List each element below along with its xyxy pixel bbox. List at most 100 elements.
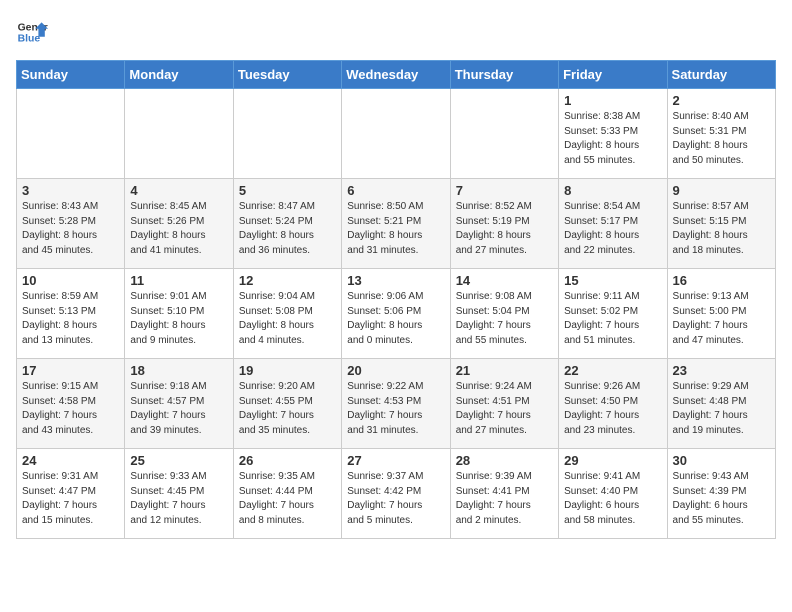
calendar-cell: 27 Sunrise: 9:37 AM Sunset: 4:42 PM Dayli… bbox=[342, 449, 450, 539]
calendar-cell bbox=[450, 89, 558, 179]
day-number: 20 bbox=[347, 363, 444, 378]
calendar-cell: 20Sunrise: 9:22 AM Sunset: 4:53 PM Dayli… bbox=[342, 359, 450, 449]
calendar-cell: 26 Sunrise: 9:35 AM Sunset: 4:44 PM Dayli… bbox=[233, 449, 341, 539]
day-info: Sunrise: 9:15 AM Sunset: 4:58 PM Dayligh… bbox=[22, 380, 119, 438]
day-number: 19 bbox=[239, 363, 336, 378]
calendar-cell: 1 Sunrise: 8:38 AM Sunset: 5:33 PM Daylig… bbox=[559, 89, 667, 179]
weekday-header-wednesday: Wednesday bbox=[342, 61, 450, 89]
calendar-cell: 8 Sunrise: 8:54 AM Sunset: 5:17 PM Daylig… bbox=[559, 179, 667, 269]
calendar-cell: 11 Sunrise: 9:01 AM Sunset: 5:10 PM Dayli… bbox=[125, 269, 233, 359]
calendar-cell: 14 Sunrise: 9:08 AM Sunset: 5:04 PM Dayli… bbox=[450, 269, 558, 359]
day-number: 14 bbox=[456, 273, 553, 288]
weekday-header-sunday: Sunday bbox=[17, 61, 125, 89]
day-info: Sunrise: 9:39 AM Sunset: 4:41 PM Dayligh… bbox=[456, 470, 553, 528]
day-info: Sunrise: 8:43 AM Sunset: 5:28 PM Dayligh… bbox=[22, 200, 119, 258]
calendar-cell: 17 Sunrise: 9:15 AM Sunset: 4:58 PM Dayli… bbox=[17, 359, 125, 449]
day-info: Sunrise: 9:26 AM Sunset: 4:50 PM Dayligh… bbox=[564, 380, 661, 438]
day-info: Sunrise: 9:41 AM Sunset: 4:40 PM Dayligh… bbox=[564, 470, 661, 528]
day-info: Sunrise: 8:57 AM Sunset: 5:15 PM Dayligh… bbox=[673, 200, 770, 258]
day-number: 18 bbox=[130, 363, 227, 378]
day-info: Sunrise: 9:31 AM Sunset: 4:47 PM Dayligh… bbox=[22, 470, 119, 528]
day-number: 4 bbox=[130, 183, 227, 198]
day-number: 12 bbox=[239, 273, 336, 288]
calendar-cell: 4 Sunrise: 8:45 AM Sunset: 5:26 PM Daylig… bbox=[125, 179, 233, 269]
day-info: Sunrise: 9:20 AM Sunset: 4:55 PM Dayligh… bbox=[239, 380, 336, 438]
day-number: 1 bbox=[564, 93, 661, 108]
calendar-cell: 18 Sunrise: 9:18 AM Sunset: 4:57 PM Dayli… bbox=[125, 359, 233, 449]
day-number: 15 bbox=[564, 273, 661, 288]
day-info: Sunrise: 9:13 AM Sunset: 5:00 PM Dayligh… bbox=[673, 290, 770, 348]
day-info: Sunrise: 9:18 AM Sunset: 4:57 PM Dayligh… bbox=[130, 380, 227, 438]
day-number: 26 bbox=[239, 453, 336, 468]
day-number: 28 bbox=[456, 453, 553, 468]
weekday-header-friday: Friday bbox=[559, 61, 667, 89]
calendar-cell: 22Sunrise: 9:26 AM Sunset: 4:50 PM Dayli… bbox=[559, 359, 667, 449]
day-number: 27 bbox=[347, 453, 444, 468]
day-number: 29 bbox=[564, 453, 661, 468]
day-info: Sunrise: 9:43 AM Sunset: 4:39 PM Dayligh… bbox=[673, 470, 770, 528]
logo: General Blue bbox=[16, 16, 48, 48]
day-info: Sunrise: 8:45 AM Sunset: 5:26 PM Dayligh… bbox=[130, 200, 227, 258]
calendar-cell: 23 Sunrise: 9:29 AM Sunset: 4:48 PM Dayli… bbox=[667, 359, 775, 449]
calendar-cell: 13 Sunrise: 9:06 AM Sunset: 5:06 PM Dayli… bbox=[342, 269, 450, 359]
calendar-cell: 24 Sunrise: 9:31 AM Sunset: 4:47 PM Dayli… bbox=[17, 449, 125, 539]
calendar-cell: 9 Sunrise: 8:57 AM Sunset: 5:15 PM Daylig… bbox=[667, 179, 775, 269]
calendar: SundayMondayTuesdayWednesdayThursdayFrid… bbox=[16, 60, 776, 539]
day-number: 9 bbox=[673, 183, 770, 198]
calendar-cell bbox=[342, 89, 450, 179]
day-info: Sunrise: 9:06 AM Sunset: 5:06 PM Dayligh… bbox=[347, 290, 444, 348]
day-info: Sunrise: 9:35 AM Sunset: 4:44 PM Dayligh… bbox=[239, 470, 336, 528]
day-number: 6 bbox=[347, 183, 444, 198]
day-info: Sunrise: 9:33 AM Sunset: 4:45 PM Dayligh… bbox=[130, 470, 227, 528]
calendar-cell: 12 Sunrise: 9:04 AM Sunset: 5:08 PM Dayli… bbox=[233, 269, 341, 359]
weekday-header-saturday: Saturday bbox=[667, 61, 775, 89]
day-info: Sunrise: 8:54 AM Sunset: 5:17 PM Dayligh… bbox=[564, 200, 661, 258]
calendar-cell: 30 Sunrise: 9:43 AM Sunset: 4:39 PM Dayli… bbox=[667, 449, 775, 539]
day-info: Sunrise: 8:50 AM Sunset: 5:21 PM Dayligh… bbox=[347, 200, 444, 258]
calendar-cell: 21 Sunrise: 9:24 AM Sunset: 4:51 PM Dayli… bbox=[450, 359, 558, 449]
calendar-cell: 16 Sunrise: 9:13 AM Sunset: 5:00 PM Dayli… bbox=[667, 269, 775, 359]
logo-icon: General Blue bbox=[16, 16, 48, 48]
day-number: 16 bbox=[673, 273, 770, 288]
svg-text:Blue: Blue bbox=[18, 34, 41, 45]
day-number: 5 bbox=[239, 183, 336, 198]
day-number: 13 bbox=[347, 273, 444, 288]
day-info: Sunrise: 8:47 AM Sunset: 5:24 PM Dayligh… bbox=[239, 200, 336, 258]
day-number: 24 bbox=[22, 453, 119, 468]
day-info: Sunrise: 9:01 AM Sunset: 5:10 PM Dayligh… bbox=[130, 290, 227, 348]
day-number: 25 bbox=[130, 453, 227, 468]
day-info: Sunrise: 8:52 AM Sunset: 5:19 PM Dayligh… bbox=[456, 200, 553, 258]
day-info: Sunrise: 9:37 AM Sunset: 4:42 PM Dayligh… bbox=[347, 470, 444, 528]
day-number: 8 bbox=[564, 183, 661, 198]
calendar-cell: 10Sunrise: 8:59 AM Sunset: 5:13 PM Dayli… bbox=[17, 269, 125, 359]
calendar-cell: 28 Sunrise: 9:39 AM Sunset: 4:41 PM Dayli… bbox=[450, 449, 558, 539]
day-number: 21 bbox=[456, 363, 553, 378]
day-number: 17 bbox=[22, 363, 119, 378]
calendar-cell: 5 Sunrise: 8:47 AM Sunset: 5:24 PM Daylig… bbox=[233, 179, 341, 269]
day-info: Sunrise: 9:11 AM Sunset: 5:02 PM Dayligh… bbox=[564, 290, 661, 348]
day-info: Sunrise: 8:38 AM Sunset: 5:33 PM Dayligh… bbox=[564, 110, 661, 168]
day-number: 11 bbox=[130, 273, 227, 288]
calendar-cell bbox=[233, 89, 341, 179]
calendar-cell: 3 Sunrise: 8:43 AM Sunset: 5:28 PM Daylig… bbox=[17, 179, 125, 269]
day-number: 3 bbox=[22, 183, 119, 198]
day-number: 7 bbox=[456, 183, 553, 198]
calendar-cell bbox=[17, 89, 125, 179]
weekday-header-monday: Monday bbox=[125, 61, 233, 89]
day-info: Sunrise: 8:40 AM Sunset: 5:31 PM Dayligh… bbox=[673, 110, 770, 168]
calendar-cell: 7 Sunrise: 8:52 AM Sunset: 5:19 PM Daylig… bbox=[450, 179, 558, 269]
day-info: Sunrise: 9:24 AM Sunset: 4:51 PM Dayligh… bbox=[456, 380, 553, 438]
day-number: 23 bbox=[673, 363, 770, 378]
day-number: 2 bbox=[673, 93, 770, 108]
day-info: Sunrise: 9:04 AM Sunset: 5:08 PM Dayligh… bbox=[239, 290, 336, 348]
calendar-cell: 6 Sunrise: 8:50 AM Sunset: 5:21 PM Daylig… bbox=[342, 179, 450, 269]
calendar-cell: 2 Sunrise: 8:40 AM Sunset: 5:31 PM Daylig… bbox=[667, 89, 775, 179]
day-info: Sunrise: 9:29 AM Sunset: 4:48 PM Dayligh… bbox=[673, 380, 770, 438]
calendar-cell bbox=[125, 89, 233, 179]
weekday-header-tuesday: Tuesday bbox=[233, 61, 341, 89]
day-number: 30 bbox=[673, 453, 770, 468]
calendar-cell: 29 Sunrise: 9:41 AM Sunset: 4:40 PM Dayli… bbox=[559, 449, 667, 539]
day-number: 10 bbox=[22, 273, 119, 288]
page-header: General Blue bbox=[16, 16, 776, 48]
day-info: Sunrise: 9:08 AM Sunset: 5:04 PM Dayligh… bbox=[456, 290, 553, 348]
